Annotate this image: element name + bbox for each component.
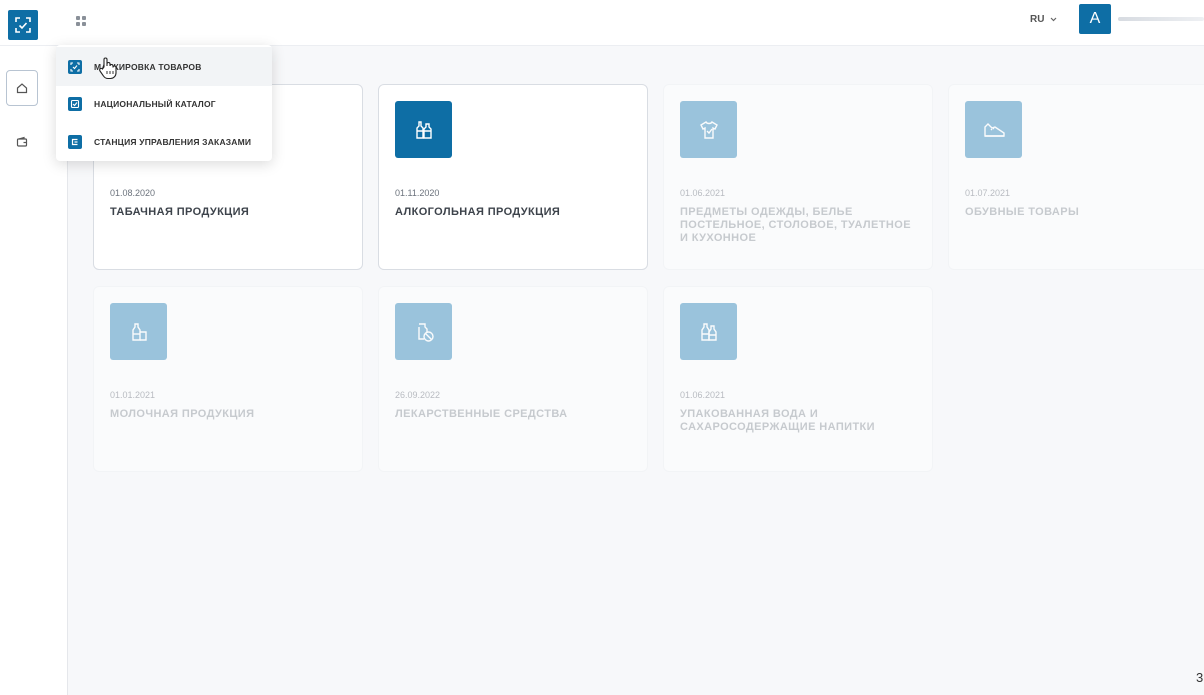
home-nav-button[interactable] — [6, 70, 38, 106]
corner-glyph: 3 — [1196, 670, 1204, 685]
card-title: МОЛОЧНАЯ ПРОДУКЦИЯ — [110, 408, 255, 420]
bottles-icon — [395, 101, 452, 158]
catalog-check-icon — [68, 96, 82, 111]
card-title: ЛЕКАРСТВЕННЫЕ СРЕДСТВА — [395, 408, 568, 420]
user-name-blurred — [1118, 17, 1204, 21]
shoe-icon — [965, 101, 1022, 158]
card-title: АЛКОГОЛЬНАЯ ПРОДУКЦИЯ — [395, 206, 561, 218]
logo[interactable] — [8, 10, 38, 40]
milk-icon — [110, 303, 167, 360]
menu-item-label: национальный каталог — [94, 98, 216, 109]
card-date: 01.11.2020 — [395, 188, 440, 198]
card-date: 01.06.2021 — [680, 188, 726, 198]
card-title: ОБУВНЫЕ ТОВАРЫ — [965, 206, 1080, 218]
apps-grid-button[interactable] — [72, 12, 90, 30]
menu-item-order-station[interactable]: станция управления заказами — [56, 122, 272, 161]
hand-cursor-icon — [99, 57, 117, 80]
product-card-medicine[interactable]: 26.09.2022 ЛЕКАРСТВЕННЫЕ СРЕДСТВА — [378, 286, 648, 472]
product-card-water[interactable]: 01.06.2021 УПАКОВАННАЯ ВОДА И САХАРОСОДЕ… — [663, 286, 933, 472]
wallet-nav-button[interactable] — [6, 124, 38, 160]
chevron-down-icon — [1051, 17, 1057, 22]
card-date: 01.01.2021 — [110, 390, 156, 400]
card-date: 01.08.2020 — [110, 188, 156, 198]
home-icon — [16, 83, 28, 94]
menu-item-national-catalog[interactable]: национальный каталог — [56, 84, 272, 123]
card-title: ПРЕДМЕТЫ ОДЕЖДЫ, БЕЛЬЕ ПОСТЕЛЬНОЕ, СТОЛО… — [680, 206, 911, 244]
scan-logo-icon — [15, 17, 31, 33]
language-label: RU — [1030, 14, 1045, 25]
product-card-alcohol[interactable]: 01.11.2020 АЛКОГОЛЬНАЯ ПРОДУКЦИЯ — [378, 84, 648, 270]
avatar[interactable]: A — [1079, 4, 1111, 34]
wallet-icon — [16, 136, 28, 147]
menu-item-marking[interactable]: маркировка товаров — [56, 47, 272, 86]
card-title: ТАБАЧНАЯ ПРОДУКЦИЯ — [110, 206, 250, 218]
card-date: 01.07.2021 — [965, 188, 1011, 198]
apps-grid-icon — [76, 16, 86, 26]
product-card-milk[interactable]: 01.01.2021 МОЛОЧНАЯ ПРОДУКЦИЯ — [93, 286, 363, 472]
card-date: 26.09.2022 — [395, 390, 441, 400]
shirt-icon — [680, 101, 737, 158]
card-title: УПАКОВАННАЯ ВОДА И САХАРОСОДЕРЖАЩИЕ НАПИ… — [680, 408, 875, 433]
order-station-icon — [68, 134, 82, 149]
card-date: 01.06.2021 — [680, 390, 726, 400]
apps-dropdown-menu: маркировка товаров национальный каталог … — [56, 45, 272, 161]
water-bottles-icon — [680, 303, 737, 360]
product-card-shoes[interactable]: 01.07.2021 ОБУВНЫЕ ТОВАРЫ — [948, 84, 1204, 270]
menu-item-label: станция управления заказами — [94, 136, 252, 147]
product-card-clothes[interactable]: 01.06.2021 ПРЕДМЕТЫ ОДЕЖДЫ, БЕЛЬЕ ПОСТЕЛ… — [663, 84, 933, 270]
medicine-icon — [395, 303, 452, 360]
language-selector[interactable]: RU — [1030, 14, 1057, 25]
top-bar: RU A — [0, 0, 1204, 46]
avatar-letter: A — [1089, 10, 1101, 27]
scan-check-icon — [68, 59, 82, 74]
